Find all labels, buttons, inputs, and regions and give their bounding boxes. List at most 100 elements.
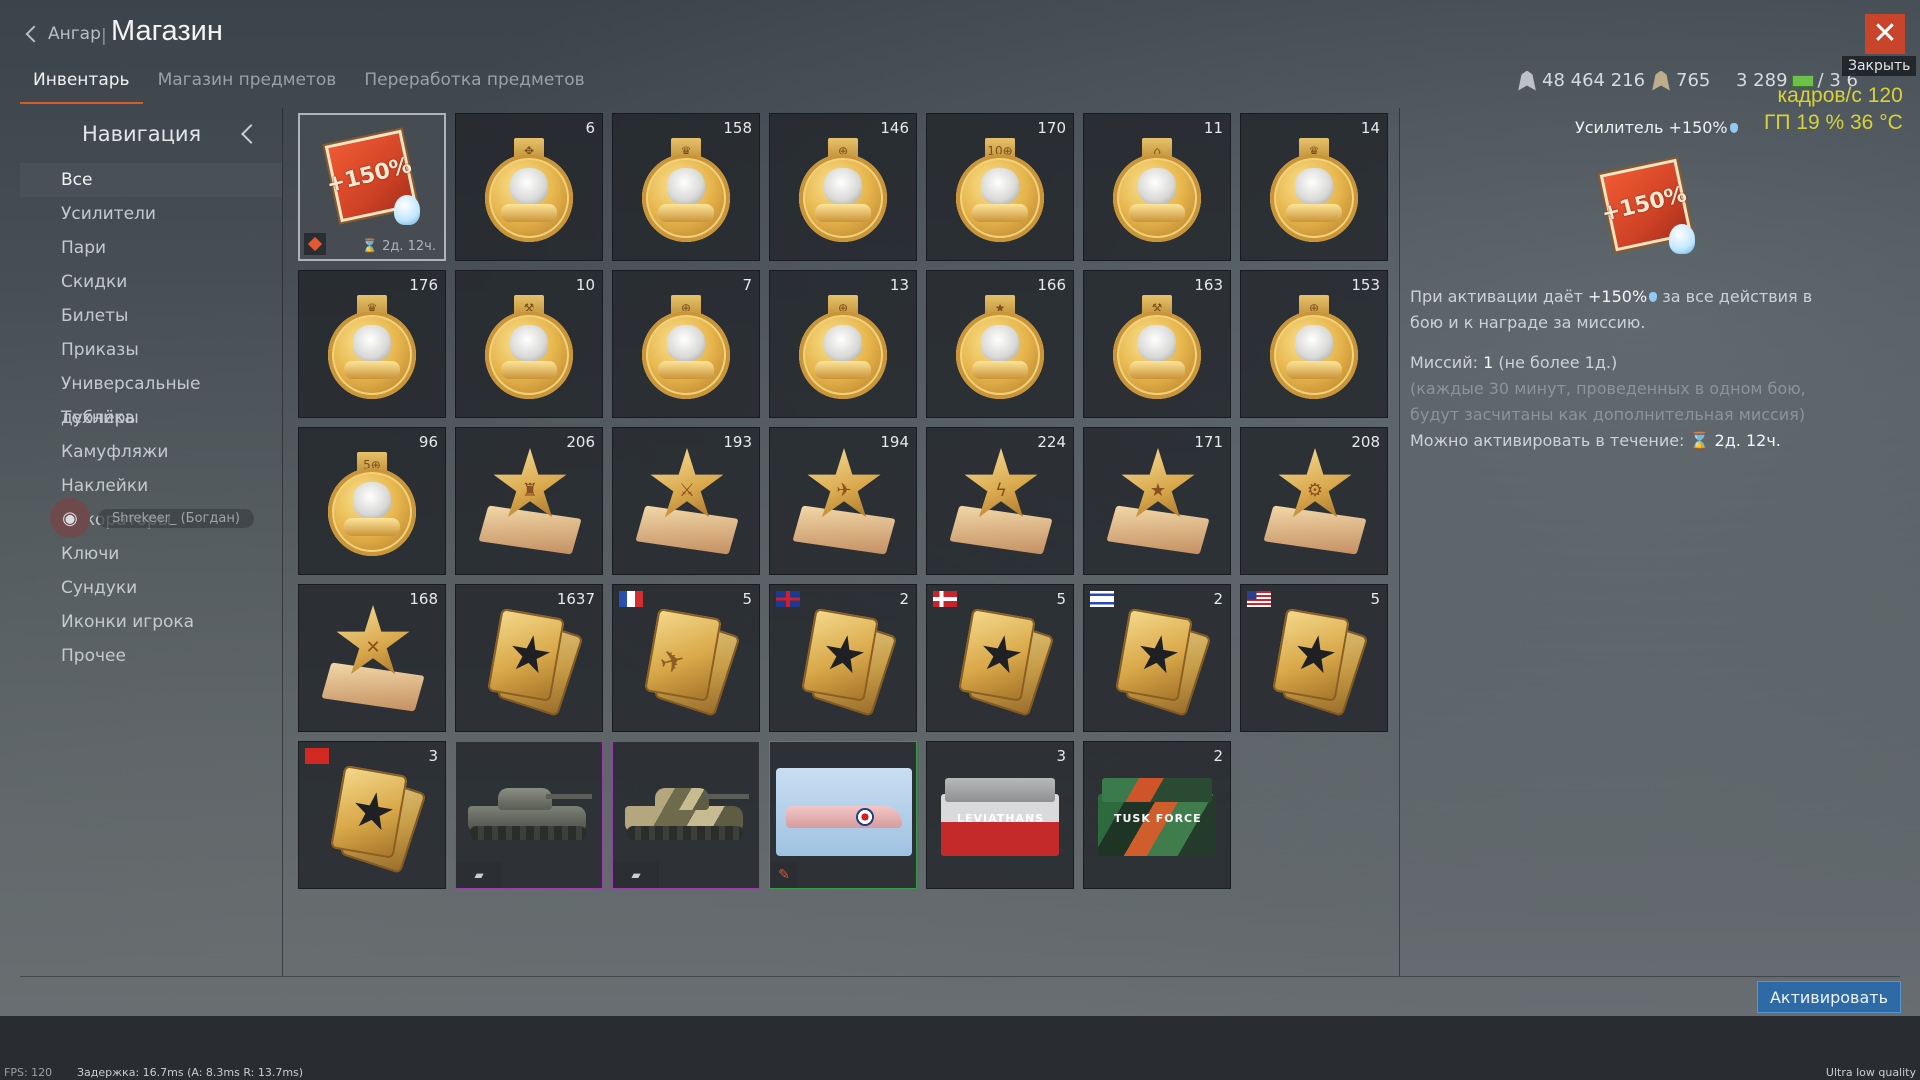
order-star-icon: ⚙ — [1263, 448, 1367, 556]
item-universal-backup-usa[interactable]: 5 — [1240, 584, 1388, 732]
nav-item-tickets[interactable]: Билеты — [20, 299, 282, 333]
item-decal-spitfire[interactable]: ✎ — [769, 741, 917, 889]
item-wager-medal[interactable]: ⚒ 10 — [455, 270, 603, 418]
item-count: 13 — [889, 276, 909, 294]
item-chest-tusk-force[interactable]: TUSK FORCE 2 — [1083, 741, 1231, 889]
tab-item-shop[interactable]: Магазин предметов — [145, 66, 350, 104]
nav-item-all[interactable]: Все — [20, 163, 282, 197]
chest-icon: LEVIATHANS — [939, 772, 1063, 862]
tab-inventory[interactable]: Инвентарь — [20, 66, 143, 104]
wager-medal-icon: ⊕ — [1268, 295, 1360, 403]
item-order-star[interactable]: ✕ 168 — [298, 584, 446, 732]
back-label: Ангар — [48, 24, 101, 44]
item-wager-medal[interactable]: 10⊕ 170 — [926, 113, 1074, 261]
nav-item-orders[interactable]: Приказы — [20, 333, 282, 367]
activate-button[interactable]: Активировать — [1757, 981, 1901, 1013]
item-vehicle-tank-camo[interactable]: ▰ — [612, 741, 760, 889]
item-order-star[interactable]: ⚔ 193 — [612, 427, 760, 575]
aircraft-decal-image — [776, 768, 912, 856]
close-button[interactable]: ✕ — [1865, 14, 1905, 54]
order-emblem-icon: ⚙ — [1306, 479, 1324, 501]
nav-item-universal-backups[interactable]: Универсальные дублёры — [20, 367, 282, 428]
item-wager-medal[interactable]: ✥ 6 — [455, 113, 603, 261]
item-order-star[interactable]: ✈ 194 — [769, 427, 917, 575]
item-count: 5 — [742, 590, 752, 608]
detail-booster-icon: +150% — [1595, 158, 1703, 268]
activation-time: ⌛ 2д. 12ч. — [1689, 431, 1781, 450]
flag-france-icon — [619, 591, 643, 607]
wager-medal-icon: ♛ — [1268, 138, 1360, 246]
item-universal-backup-israel[interactable]: 2 — [1083, 584, 1231, 732]
close-icon: ✕ — [1872, 16, 1898, 51]
nav-item-other[interactable]: Прочее — [20, 639, 282, 673]
item-wager-medal[interactable]: 5⊕ 96 — [298, 427, 446, 575]
item-wager-medal[interactable]: ⊕ 13 — [769, 270, 917, 418]
order-emblem-icon: ϟ — [995, 479, 1007, 501]
item-count: 170 — [1037, 119, 1066, 137]
tab-item-recycling[interactable]: Переработка предметов — [351, 66, 597, 104]
nav-item-player-icons[interactable]: Иконки игрока — [20, 605, 282, 639]
flag-uk-icon — [776, 591, 800, 607]
item-wager-medal[interactable]: ♛ 176 — [298, 270, 446, 418]
item-count: 146 — [880, 119, 909, 137]
footer-divider — [20, 976, 1900, 977]
universal-backup-icon — [480, 607, 584, 717]
item-order-star[interactable]: ϟ 224 — [926, 427, 1074, 575]
item-universal-backup-uk[interactable]: 2 — [769, 584, 917, 732]
flag-usa-icon — [1247, 591, 1271, 607]
nav-item-discounts[interactable]: Скидки — [20, 265, 282, 299]
nav-item-wagers[interactable]: Пари — [20, 231, 282, 265]
item-count: 96 — [418, 433, 438, 451]
nav-title: Навигация — [82, 122, 202, 146]
nav-item-keys[interactable]: Ключи — [20, 537, 282, 571]
order-emblem-icon: ⚔ — [678, 479, 696, 501]
item-order-star[interactable]: ★ 171 — [1083, 427, 1231, 575]
collapse-nav-icon[interactable] — [241, 124, 261, 144]
item-wager-medal[interactable]: ⚒ 163 — [1083, 270, 1231, 418]
wager-medal-icon: ⊕ — [797, 295, 889, 403]
item-chest-leviathans[interactable]: LEVIATHANS 3 — [926, 741, 1074, 889]
flag-israel-icon — [1090, 591, 1114, 607]
item-universal-backup-china[interactable]: 3 — [298, 741, 446, 889]
item-wager-medal[interactable]: ♛ 14 — [1240, 113, 1388, 261]
back-to-hangar-link[interactable]: Ангар — [25, 24, 101, 44]
item-count: 6 — [585, 119, 595, 137]
nav-item-boosters[interactable]: Усилители — [20, 197, 282, 231]
silver-lions-value: 48 464 216 — [1542, 70, 1646, 91]
warbond-icon — [1652, 70, 1670, 91]
item-wager-medal[interactable]: ★ 166 — [926, 270, 1074, 418]
activation-label: Можно активировать в течение: — [1410, 431, 1685, 450]
booster-type-icon — [304, 233, 326, 255]
paintbrush-icon: ✎ — [770, 862, 798, 888]
item-order-star[interactable]: ⚙ 208 — [1240, 427, 1388, 575]
nav-item-camouflages[interactable]: Камуфляжи — [20, 435, 282, 469]
item-vehicle-tank[interactable]: ▰ — [455, 741, 603, 889]
item-count: 153 — [1351, 276, 1380, 294]
universal-backup-icon — [1108, 607, 1212, 717]
wager-medal-icon: ⊕ — [797, 138, 889, 246]
item-universal-backup-france[interactable]: ✈ 5 — [612, 584, 760, 732]
divider-left — [282, 108, 283, 976]
detail-effect: При активации даёт +150% за все действия… — [1410, 284, 1850, 336]
item-wager-medal[interactable]: ⌂ 11 — [1083, 113, 1231, 261]
item-universal-backup-norway[interactable]: 5 — [926, 584, 1074, 732]
item-universal-backup[interactable]: 1637 — [455, 584, 603, 732]
wager-medal-icon: ⊕ — [640, 295, 732, 403]
detail-title: Усилитель +150% — [1575, 118, 1738, 137]
item-order-star[interactable]: ♜ 206 — [455, 427, 603, 575]
header: Ангар | Магазин Инвентарь Магазин предме… — [0, 0, 1920, 134]
item-wager-medal[interactable]: ♛ 158 — [612, 113, 760, 261]
item-count: 206 — [566, 433, 595, 451]
item-count: 3 — [428, 747, 438, 765]
close-tooltip: Закрыть — [1842, 56, 1917, 76]
item-booster-150[interactable]: +150% ⌛ 2д. 12ч. — [298, 113, 446, 261]
order-star-icon: ⚔ — [635, 448, 739, 556]
inventory-grid: +150% ⌛ 2д. 12ч. ✥ 6 ♛ 158 ⊕ 146 10⊕ 170 ⌂ 11… — [298, 113, 1390, 889]
item-wager-medal[interactable]: ⊕ 153 — [1240, 270, 1388, 418]
item-wager-medal[interactable]: ⊕ 7 — [612, 270, 760, 418]
nav-item-chests[interactable]: Сундуки — [20, 571, 282, 605]
nav-item-vehicles[interactable]: Техника — [20, 401, 282, 435]
item-wager-medal[interactable]: ⊕ 146 — [769, 113, 917, 261]
discord-icon: ◉ — [50, 498, 90, 538]
item-count: 14 — [1360, 119, 1380, 137]
